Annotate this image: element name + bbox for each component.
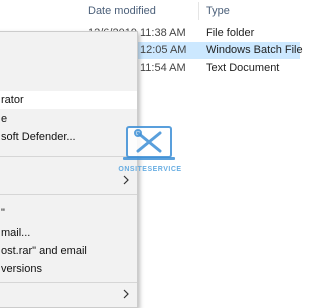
- menu-item-restore-previous-versions[interactable]: versions: [0, 260, 137, 278]
- column-separator[interactable]: [198, 2, 199, 20]
- menu-item-submenu[interactable]: [0, 285, 137, 303]
- menu-item-edit[interactable]: e: [0, 110, 137, 128]
- menu-item-compress-and-email[interactable]: mail...: [0, 224, 137, 242]
- menu-item-compress-rar-and-email[interactable]: ost.rar" and email: [0, 242, 137, 260]
- menu-item-label: rator: [1, 94, 24, 106]
- chevron-right-icon: [123, 289, 129, 299]
- menu-item-label: soft Defender...: [1, 131, 76, 143]
- menu-item-submenu[interactable]: [0, 171, 137, 189]
- menu-item-scan-defender[interactable]: soft Defender...: [0, 128, 137, 146]
- menu-item[interactable]: [0, 36, 137, 54]
- menu-item-label: e: [1, 113, 8, 125]
- menu-item-label: ": [1, 207, 5, 219]
- column-header-type[interactable]: Type: [206, 0, 230, 22]
- menu-separator: [0, 156, 137, 157]
- menu-item-label: versions: [1, 263, 42, 275]
- menu-separator: [0, 194, 137, 195]
- menu-item-run-as-administrator[interactable]: rator: [0, 91, 137, 109]
- menu-item[interactable]: [0, 54, 137, 72]
- column-header-date-modified[interactable]: Date modified: [88, 0, 156, 22]
- watermark-text: ONSITESERVICE: [118, 166, 182, 173]
- chevron-right-icon: [123, 175, 129, 185]
- file-type: Text Document: [206, 62, 280, 74]
- file-type: File folder: [206, 27, 255, 39]
- menu-separator: [0, 282, 137, 283]
- file-type: Windows Batch File: [206, 44, 303, 56]
- menu-item-label: mail...: [1, 227, 31, 239]
- menu-item[interactable]: ": [0, 204, 137, 222]
- menu-item-label: ost.rar" and email: [1, 245, 87, 257]
